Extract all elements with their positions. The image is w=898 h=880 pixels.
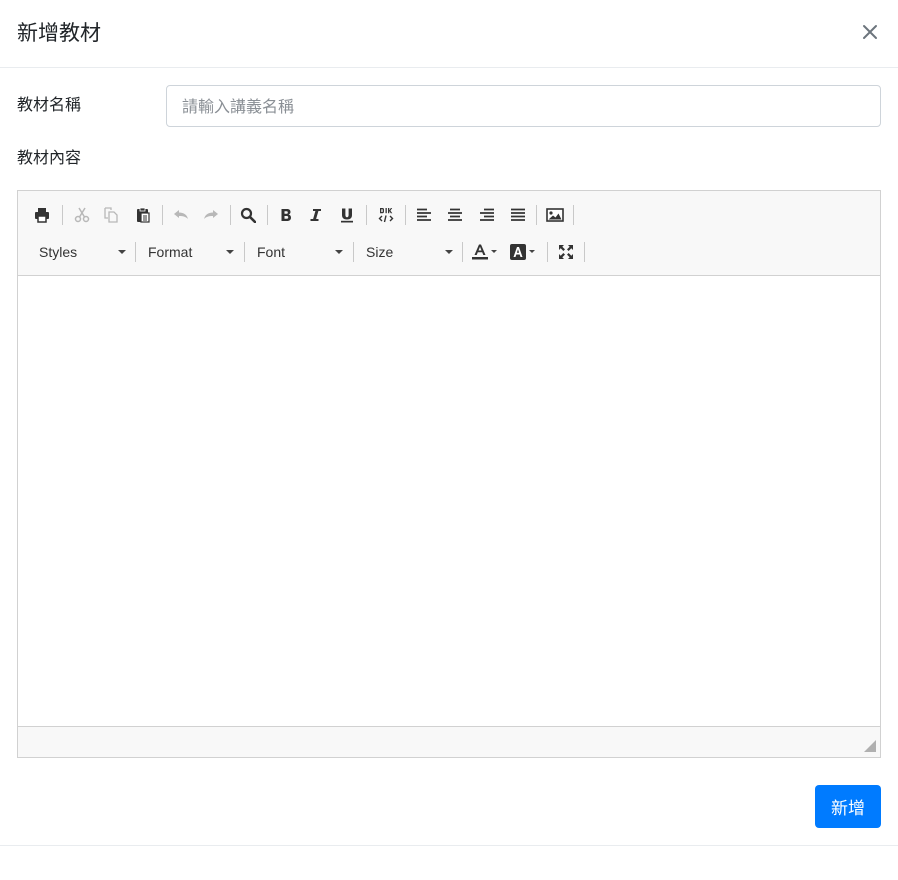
footer-divider — [0, 845, 898, 846]
align-center-button[interactable] — [442, 202, 468, 228]
source-icon — [378, 208, 394, 223]
add-button[interactable]: 新增 — [815, 785, 881, 828]
text-color-button[interactable] — [470, 239, 502, 265]
toolbar-separator — [573, 205, 574, 225]
align-right-icon — [480, 208, 494, 221]
find-icon — [240, 207, 256, 223]
format-combo-label: Format — [148, 244, 193, 260]
justify-icon — [511, 208, 525, 221]
toolbar-separator — [244, 242, 245, 262]
maximize-button[interactable] — [553, 239, 579, 265]
align-left-button[interactable] — [411, 202, 437, 228]
resize-handle-icon[interactable] — [864, 740, 876, 752]
font-combo[interactable]: Font — [257, 239, 347, 265]
text-color-icon — [472, 244, 497, 260]
maximize-icon — [559, 245, 573, 259]
size-combo-label: Size — [366, 244, 394, 260]
print-icon — [35, 208, 49, 223]
toolbar-separator — [462, 242, 463, 262]
add-material-dialog: 新增教材 教材名稱 教材內容 — [0, 0, 898, 880]
toolbar-separator — [162, 205, 163, 225]
chevron-down-icon — [226, 250, 234, 254]
redo-icon — [204, 210, 218, 219]
background-color-icon — [510, 244, 535, 260]
underline-icon — [341, 208, 353, 223]
toolbar-separator — [135, 242, 136, 262]
toolbar-separator — [405, 205, 406, 225]
dialog-title: 新增教材 — [17, 21, 101, 45]
material-name-label: 教材名稱 — [17, 95, 82, 114]
editor-statusbar — [18, 726, 880, 757]
align-right-button[interactable] — [474, 202, 500, 228]
undo-button[interactable] — [168, 202, 194, 228]
copy-icon — [104, 207, 118, 223]
align-left-icon — [417, 208, 431, 221]
chevron-down-icon — [118, 250, 126, 254]
align-center-icon — [448, 208, 462, 221]
size-combo[interactable]: Size — [366, 239, 456, 265]
redo-button[interactable] — [198, 202, 224, 228]
styles-combo-label: Styles — [39, 244, 78, 260]
underline-button[interactable] — [334, 202, 360, 228]
italic-icon — [310, 209, 321, 221]
italic-button[interactable] — [303, 202, 329, 228]
undo-icon — [174, 210, 188, 219]
chevron-down-icon — [335, 250, 343, 254]
bold-button[interactable] — [273, 202, 299, 228]
material-name-input[interactable] — [166, 85, 881, 127]
paste-button[interactable] — [130, 202, 156, 228]
chevron-down-icon — [445, 250, 453, 254]
image-button[interactable] — [542, 202, 568, 228]
close-icon — [863, 25, 877, 39]
format-combo[interactable]: Format — [148, 239, 238, 265]
image-icon — [546, 208, 564, 222]
editor-content-area[interactable] — [18, 276, 880, 726]
styles-combo[interactable]: Styles — [39, 239, 129, 265]
bold-icon — [281, 209, 291, 221]
toolbar-separator — [366, 205, 367, 225]
material-content-label: 教材內容 — [17, 148, 82, 167]
cut-icon — [74, 207, 90, 223]
toolbar-separator — [547, 242, 548, 262]
toolbar-separator — [353, 242, 354, 262]
source-button[interactable] — [373, 202, 399, 228]
editor-toolbar: Styles Format Font Size — [18, 191, 880, 276]
toolbar-separator — [230, 205, 231, 225]
toolbar-separator — [536, 205, 537, 225]
dialog-header: 新增教材 — [0, 0, 898, 68]
close-button[interactable] — [858, 20, 882, 44]
find-button[interactable] — [235, 202, 261, 228]
copy-button[interactable] — [98, 202, 124, 228]
font-combo-label: Font — [257, 244, 286, 260]
print-button[interactable] — [29, 202, 55, 228]
justify-button[interactable] — [505, 202, 531, 228]
rich-text-editor: Styles Format Font Size — [17, 190, 881, 758]
toolbar-separator — [267, 205, 268, 225]
toolbar-separator — [62, 205, 63, 225]
cut-button[interactable] — [69, 202, 95, 228]
toolbar-separator — [584, 242, 585, 262]
paste-icon — [137, 207, 150, 223]
background-color-button[interactable] — [508, 239, 540, 265]
